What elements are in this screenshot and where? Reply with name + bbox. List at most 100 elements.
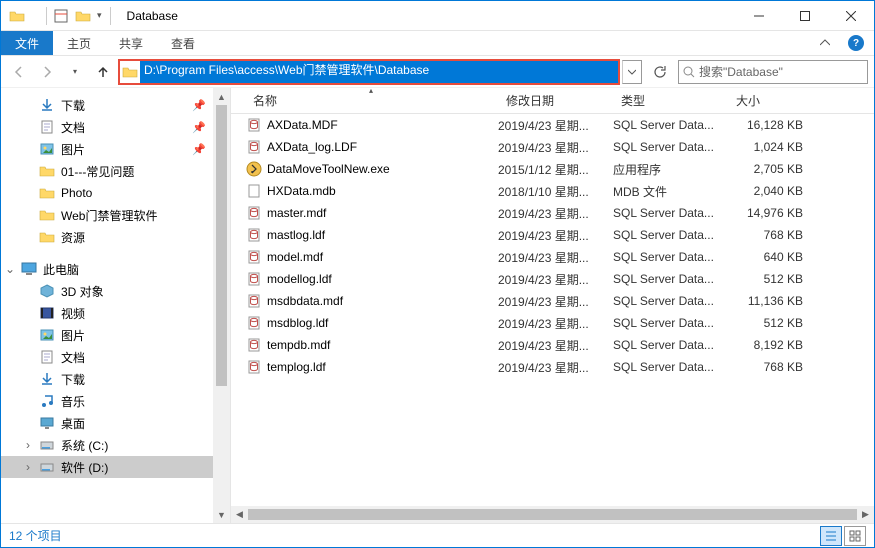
scroll-up-icon[interactable]: ▲ [213,88,230,105]
tree-item[interactable]: 01---常见问题 [1,160,230,182]
file-row[interactable]: DataMoveToolNew.exe2015/1/12 星期...应用程序2,… [231,158,874,180]
horizontal-scrollbar[interactable]: ◀ ▶ [231,506,874,523]
file-name: DataMoveToolNew.exe [267,162,498,176]
tree-label: 下载 [61,371,85,388]
properties-icon[interactable] [53,8,69,24]
file-row[interactable]: model.mdf2019/4/23 星期...SQL Server Data.… [231,246,874,268]
qat-dropdown-icon[interactable]: ▾ [97,10,102,21]
file-row[interactable]: tempdb.mdf2019/4/23 星期...SQL Server Data… [231,334,874,356]
address-text[interactable]: D:\Program Files\access\Web门禁管理软件\Databa… [140,61,618,83]
chevron-down-icon[interactable]: ⌄ [3,262,17,276]
file-size: 512 KB [728,316,823,330]
pc-icon [21,261,37,277]
tree-item[interactable]: 视频 [1,302,230,324]
file-size: 768 KB [728,360,823,374]
ribbon-tab-home[interactable]: 主页 [53,31,105,55]
file-date: 2019/4/23 星期... [498,205,613,222]
tree-label: Photo [61,186,92,200]
back-button[interactable] [7,60,31,84]
tree-item[interactable]: 音乐 [1,390,230,412]
file-size: 768 KB [728,228,823,242]
file-date: 2019/4/23 星期... [498,293,613,310]
file-type: SQL Server Data... [613,206,728,220]
help-button[interactable]: ? [838,31,874,55]
search-input[interactable]: 搜索"Database" [678,60,868,84]
chevron-right-icon[interactable]: › [21,438,35,452]
address-field[interactable]: D:\Program Files\access\Web门禁管理软件\Databa… [119,60,618,84]
file-row[interactable]: master.mdf2019/4/23 星期...SQL Server Data… [231,202,874,224]
ribbon-file-tab[interactable]: 文件 [1,31,53,55]
file-date: 2018/1/10 星期... [498,183,613,200]
tree-item[interactable]: Photo [1,182,230,204]
chevron-right-icon[interactable]: › [21,460,35,474]
scrollbar-thumb[interactable] [216,105,227,386]
file-row[interactable]: msdbdata.mdf2019/4/23 星期...SQL Server Da… [231,290,874,312]
tree-item[interactable]: 3D 对象 [1,280,230,302]
tree-item[interactable]: 资源 [1,226,230,248]
file-row[interactable]: msdblog.ldf2019/4/23 星期...SQL Server Dat… [231,312,874,334]
refresh-button[interactable] [646,60,674,84]
file-row[interactable]: HXData.mdb2018/1/10 星期...MDB 文件2,040 KB [231,180,874,202]
tree-label: 图片 [61,141,85,158]
tree-item[interactable]: ›软件 (D:) [1,456,230,478]
ribbon-tab-view[interactable]: 查看 [157,31,209,55]
file-name: HXData.mdb [267,184,498,198]
scroll-left-icon[interactable]: ◀ [231,506,248,523]
file-row[interactable]: mastlog.ldf2019/4/23 星期...SQL Server Dat… [231,224,874,246]
file-date: 2015/1/12 星期... [498,161,613,178]
item-count: 12 个项目 [9,527,62,544]
drive-icon [39,459,55,475]
nav-scrollbar[interactable]: ▲ ▼ [213,88,230,523]
explorer-window: ▾ Database 文件 主页 共享 查看 ? [0,0,875,548]
up-button[interactable] [91,60,115,84]
tree-item[interactable]: 图片📌 [1,138,230,160]
file-type: SQL Server Data... [613,338,728,352]
minimize-button[interactable] [736,1,782,31]
file-date: 2019/4/23 星期... [498,227,613,244]
file-row[interactable]: modellog.ldf2019/4/23 星期...SQL Server Da… [231,268,874,290]
maximize-button[interactable] [782,1,828,31]
file-type: SQL Server Data... [613,250,728,264]
recent-dropdown[interactable]: ▾ [63,60,87,84]
picture-icon [39,327,55,343]
tree-item[interactable]: Web门禁管理软件 [1,204,230,226]
ribbon-collapse-icon[interactable] [812,31,838,55]
tree-item[interactable]: 下载 [1,368,230,390]
details-view-button[interactable] [820,526,842,546]
tree-item[interactable]: 下载📌 [1,94,230,116]
file-row[interactable]: AXData_log.LDF2019/4/23 星期...SQL Server … [231,136,874,158]
forward-button[interactable] [35,60,59,84]
file-type: SQL Server Data... [613,360,728,374]
tree-item[interactable]: 文档 [1,346,230,368]
ribbon-tab-share[interactable]: 共享 [105,31,157,55]
file-date: 2019/4/23 星期... [498,271,613,288]
icons-view-button[interactable] [844,526,866,546]
qat-folder-icon[interactable] [75,8,91,24]
folder-icon [39,163,55,179]
address-history-dropdown[interactable] [622,60,642,84]
column-size[interactable]: 大小 [728,88,823,113]
scrollbar-thumb[interactable] [248,509,857,520]
file-row[interactable]: templog.ldf2019/4/23 星期...SQL Server Dat… [231,356,874,378]
column-date[interactable]: 修改日期 [498,88,613,113]
scroll-right-icon[interactable]: ▶ [857,506,874,523]
close-button[interactable] [828,1,874,31]
file-area[interactable]: AXData.MDF2019/4/23 星期...SQL Server Data… [231,114,874,506]
file-row[interactable]: AXData.MDF2019/4/23 星期...SQL Server Data… [231,114,874,136]
tree-item[interactable]: ›系统 (C:) [1,434,230,456]
column-name[interactable]: ▴名称 [245,88,498,113]
column-type[interactable]: 类型 [613,88,728,113]
scroll-down-icon[interactable]: ▼ [213,506,230,523]
desktop-icon [39,415,55,431]
file-type: SQL Server Data... [613,140,728,154]
qat-separator [110,7,111,25]
tree-item[interactable]: 文档📌 [1,116,230,138]
tree-item[interactable]: 桌面 [1,412,230,434]
tree-this-pc[interactable]: ⌄ 此电脑 [1,258,230,280]
file-size: 640 KB [728,250,823,264]
column-headers: ▴名称 修改日期 类型 大小 [231,88,874,114]
drive-icon [39,437,55,453]
tree-item[interactable]: 图片 [1,324,230,346]
file-icon [245,183,263,199]
db-icon [245,337,263,353]
